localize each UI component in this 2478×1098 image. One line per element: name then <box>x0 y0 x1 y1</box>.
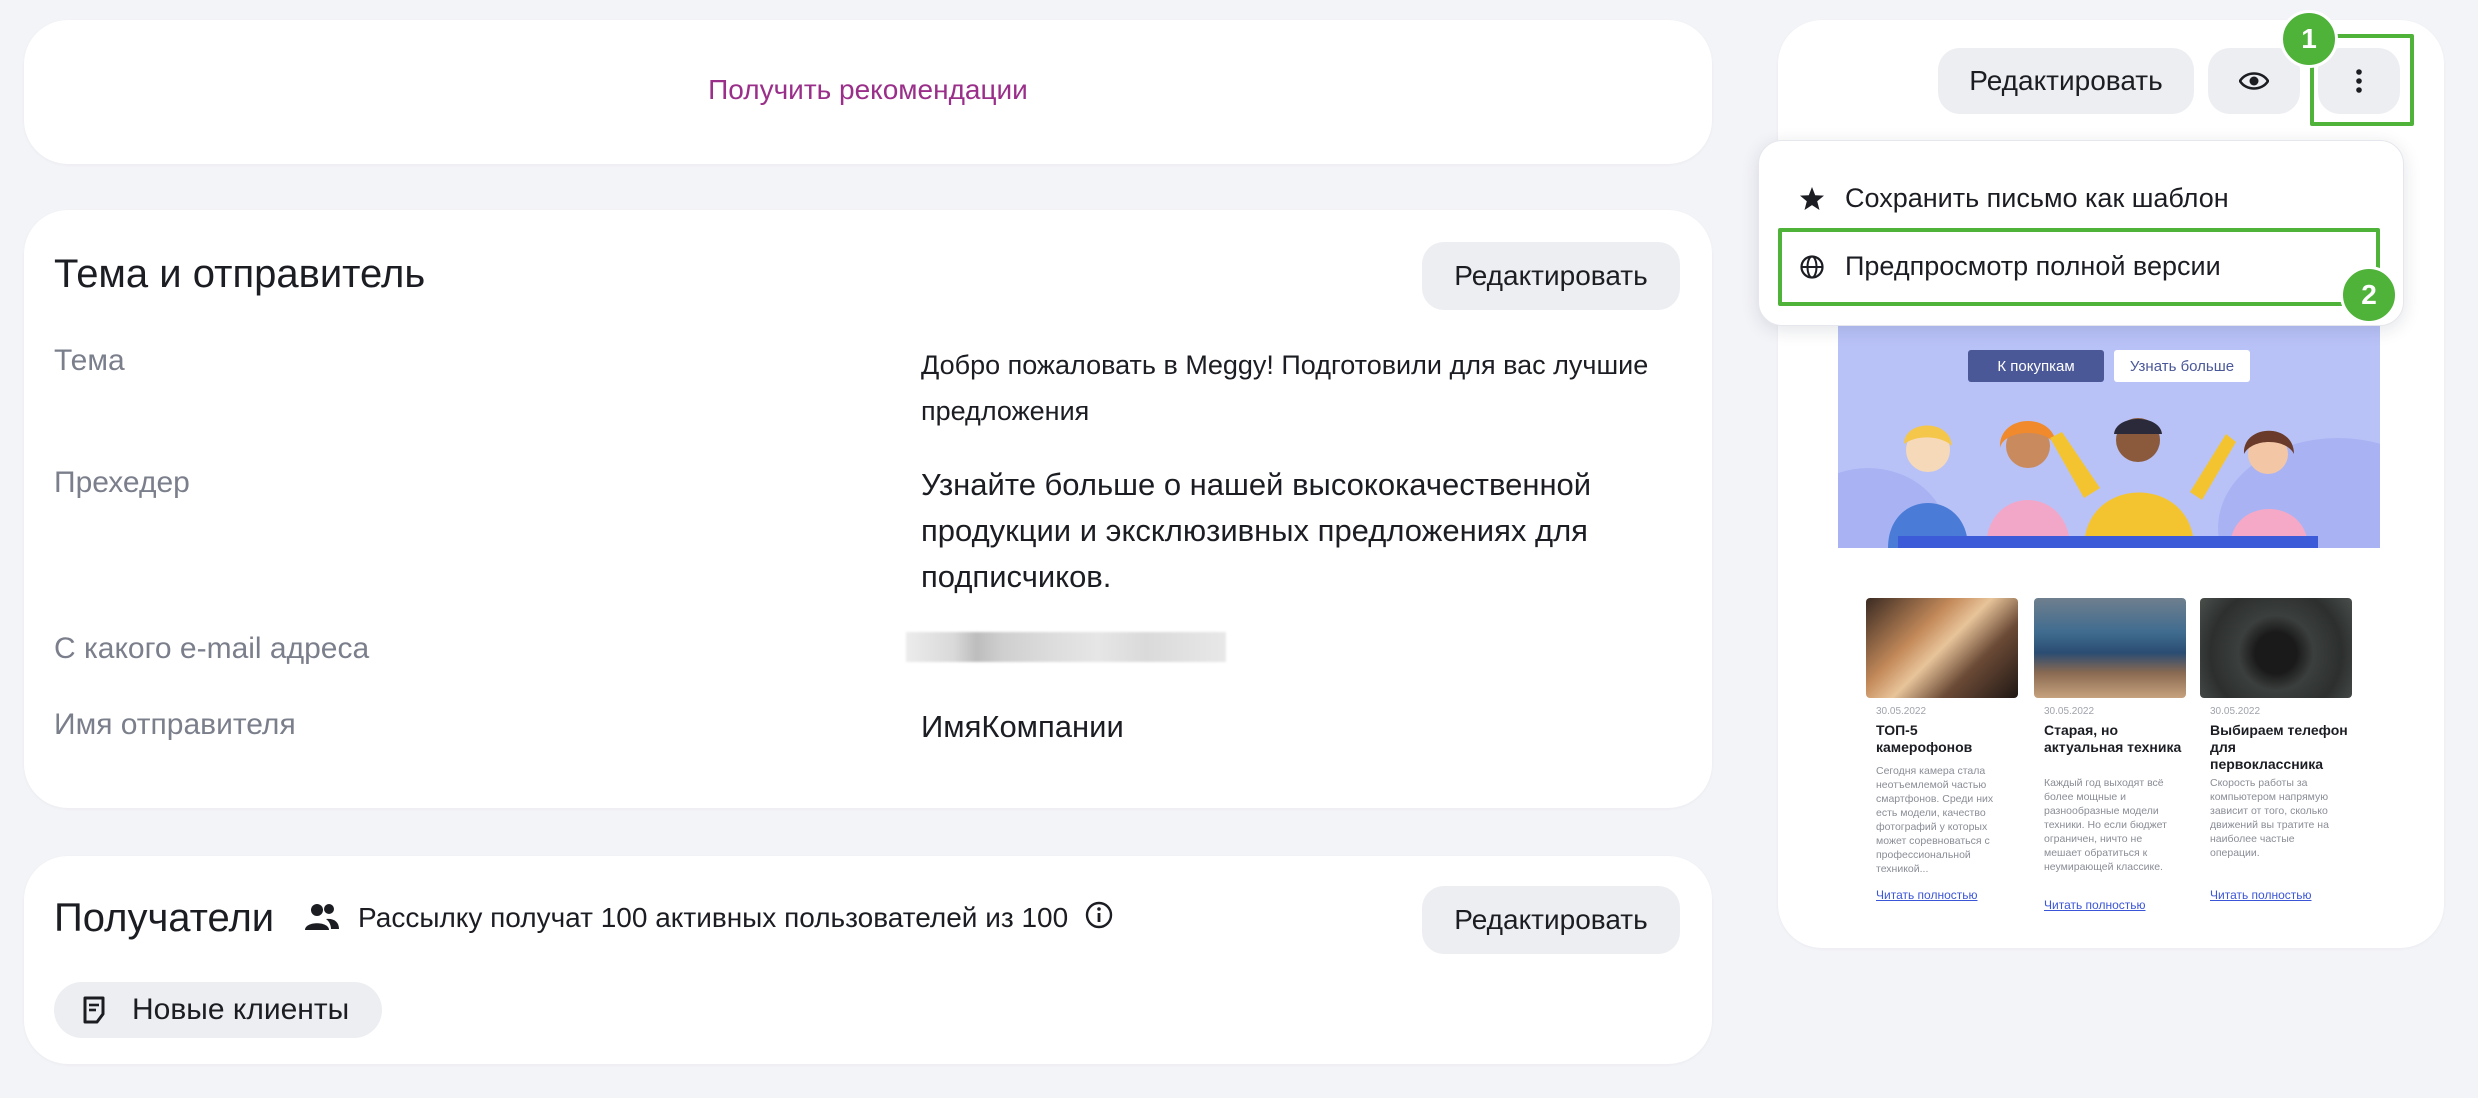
edit-template-button[interactable]: Редактировать <box>1938 48 2194 114</box>
menu-item-save-template[interactable]: Сохранить письмо как шаблон <box>1799 183 2229 214</box>
recipients-summary: Рассылку получат 100 активных пользовате… <box>358 902 1069 933</box>
product-date: 30.05.2022 <box>2210 706 2261 717</box>
highlight-full-preview-item <box>1778 228 2380 306</box>
product-card: 30.05.2022 Старая, но актуальная техника… <box>2034 598 2186 923</box>
product-description: Сегодня камера стала неотъемлемой частью… <box>1876 765 1994 875</box>
field-label-subject: Тема <box>54 344 125 377</box>
product-description: Скорость работы за компьютером напрямую … <box>2210 777 2329 859</box>
product-card: 30.05.2022 Выбираем телефон для первокла… <box>2200 598 2352 923</box>
step-marker-1: 1 <box>2280 10 2338 68</box>
document-icon <box>83 996 105 1024</box>
segment-tag[interactable]: Новые клиенты <box>54 982 382 1038</box>
product-date: 30.05.2022 <box>1876 706 1927 717</box>
read-more-link[interactable]: Читать полностью <box>2210 888 2312 902</box>
info-icon[interactable] <box>1084 900 1114 930</box>
email-hero-banner: К покупкам Узнать больше <box>1838 326 2380 548</box>
recommendations-card: Получить рекомендации <box>24 20 1712 164</box>
get-recommendations-link[interactable]: Получить рекомендации <box>24 74 1712 106</box>
product-title: Выбираем телефон для первоклассника <box>2210 722 2348 772</box>
product-card: 30.05.2022 ТОП-5 камерофонов Сегодня кам… <box>1866 598 2018 923</box>
recipients-title: Получатели <box>54 896 275 940</box>
edit-subject-button[interactable]: Редактировать <box>1422 242 1680 310</box>
field-value-preheader: Узнайте больше о нашей высококачественно… <box>921 467 1592 594</box>
read-more-link[interactable]: Читать полностью <box>2044 898 2146 912</box>
field-value-sender-name: ИмяКомпании <box>921 709 1124 744</box>
field-label-email: С какого e-mail адреса <box>54 632 370 665</box>
eye-icon <box>2239 72 2269 90</box>
product-image <box>1866 598 2018 698</box>
field-value-subject: Добро пожаловать в Meggy! Подготовили дл… <box>921 350 1649 426</box>
edit-recipients-button[interactable]: Редактировать <box>1422 886 1680 954</box>
subject-sender-card: Тема и отправитель Редактировать Тема До… <box>24 210 1712 808</box>
product-title: ТОП-5 камерофонов <box>1876 722 1973 755</box>
read-more-link[interactable]: Читать полностью <box>1876 888 1978 902</box>
recipients-card: Получатели Рассылку получат 100 активных… <box>24 856 1712 1064</box>
star-icon <box>1800 186 1824 210</box>
product-title: Старая, но актуальная техника <box>2044 722 2182 755</box>
menu-item-label: Сохранить письмо как шаблон <box>1845 183 2229 213</box>
section-title: Тема и отправитель <box>54 252 426 296</box>
field-label-sender-name: Имя отправителя <box>54 708 296 741</box>
product-image <box>2200 598 2352 698</box>
product-date: 30.05.2022 <box>2044 706 2095 717</box>
email-value-blurred <box>906 632 1226 662</box>
users-icon <box>305 904 339 930</box>
hero-secondary-button[interactable]: Узнать больше <box>2114 350 2250 382</box>
hero-primary-button[interactable]: К покупкам <box>1968 350 2104 382</box>
step-marker-2: 2 <box>2340 266 2398 324</box>
field-label-preheader: Прехедер <box>54 466 190 499</box>
product-image <box>2034 598 2186 698</box>
people-illustration <box>1838 418 2380 548</box>
segment-tag-label: Новые клиенты <box>132 993 350 1026</box>
product-description: Каждый год выходят всё более мощные и ра… <box>2044 777 2167 873</box>
